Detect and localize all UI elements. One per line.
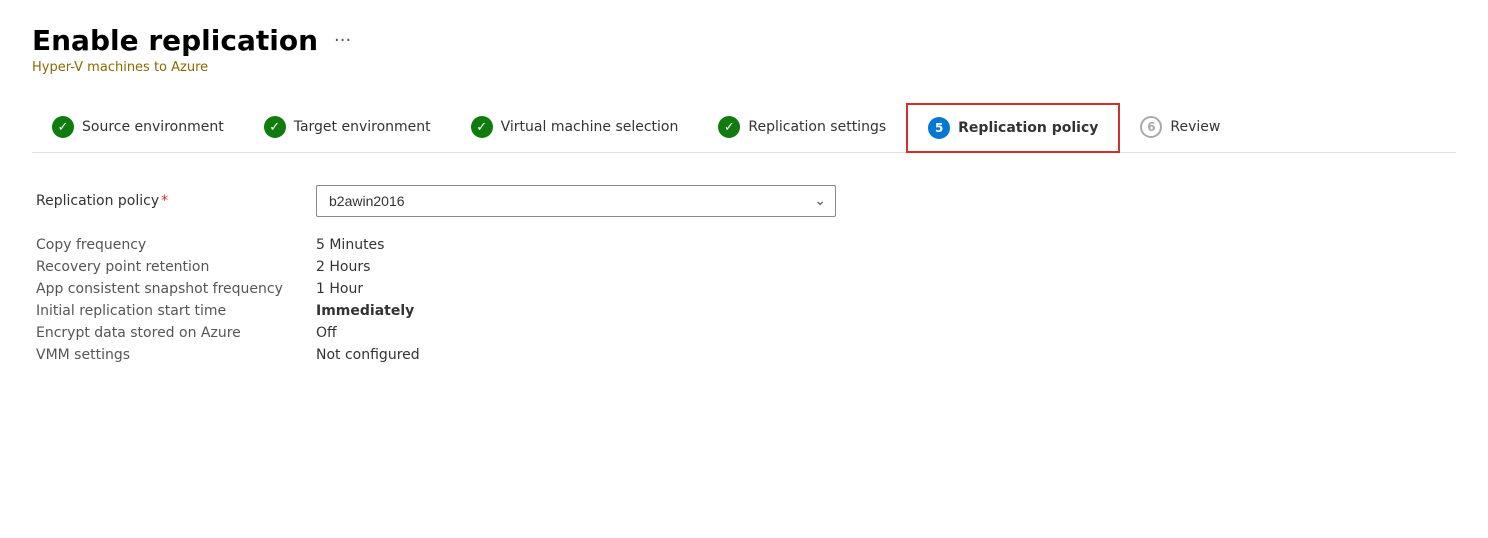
page-subtitle: Hyper-V machines to Azure — [32, 60, 1456, 75]
info-key-copy-frequency: Copy frequency — [36, 237, 316, 253]
step-check-icon-1 — [52, 116, 74, 138]
info-val-encrypt-data: Off — [316, 325, 337, 341]
page-title: Enable replication — [32, 24, 318, 58]
step-num-icon-6: 6 — [1140, 116, 1162, 138]
info-grid: Copy frequency 5 Minutes Recovery point … — [36, 237, 1452, 363]
step-check-icon-4 — [718, 116, 740, 138]
policy-label: Replication policy* — [36, 193, 316, 209]
step-label-virtual-machine-selection: Virtual machine selection — [501, 119, 679, 135]
step-virtual-machine-selection[interactable]: Virtual machine selection — [451, 104, 699, 150]
info-key-encrypt-data: Encrypt data stored on Azure — [36, 325, 316, 341]
step-num-icon-5: 5 — [928, 117, 950, 139]
step-check-icon-2 — [264, 116, 286, 138]
step-source-environment[interactable]: Source environment — [32, 104, 244, 150]
info-val-copy-frequency: 5 Minutes — [316, 237, 384, 253]
info-row-vmm-settings: VMM settings Not configured — [36, 347, 1452, 363]
step-label-replication-policy: Replication policy — [958, 120, 1098, 136]
info-row-snapshot-frequency: App consistent snapshot frequency 1 Hour — [36, 281, 1452, 297]
step-check-icon-3 — [471, 116, 493, 138]
policy-select-wrapper: b2awin2016 ⌄ — [316, 185, 836, 217]
step-label-target-environment: Target environment — [294, 119, 431, 135]
info-val-initial-replication: Immediately — [316, 303, 414, 319]
required-indicator: * — [161, 193, 168, 209]
page-container: Enable replication ··· Hyper-V machines … — [0, 0, 1488, 538]
step-label-source-environment: Source environment — [82, 119, 224, 135]
step-label-replication-settings: Replication settings — [748, 119, 886, 135]
policy-select[interactable]: b2awin2016 — [316, 185, 836, 217]
info-row-initial-replication: Initial replication start time Immediate… — [36, 303, 1452, 319]
info-row-copy-frequency: Copy frequency 5 Minutes — [36, 237, 1452, 253]
step-target-environment[interactable]: Target environment — [244, 104, 451, 150]
step-replication-policy[interactable]: 5 Replication policy — [906, 103, 1120, 153]
content-area: Replication policy* b2awin2016 ⌄ Copy fr… — [32, 185, 1456, 363]
step-review[interactable]: 6 Review — [1120, 104, 1240, 150]
step-label-review: Review — [1170, 119, 1220, 135]
info-row-recovery-point: Recovery point retention 2 Hours — [36, 259, 1452, 275]
wizard-steps: Source environment Target environment Vi… — [32, 103, 1456, 153]
info-val-snapshot-frequency: 1 Hour — [316, 281, 363, 297]
page-header: Enable replication ··· Hyper-V machines … — [32, 24, 1456, 75]
policy-form-row: Replication policy* b2awin2016 ⌄ — [36, 185, 1452, 217]
more-options-icon[interactable]: ··· — [334, 30, 351, 51]
info-key-snapshot-frequency: App consistent snapshot frequency — [36, 281, 316, 297]
info-row-encrypt-data: Encrypt data stored on Azure Off — [36, 325, 1452, 341]
info-key-vmm-settings: VMM settings — [36, 347, 316, 363]
info-key-recovery-point: Recovery point retention — [36, 259, 316, 275]
info-val-recovery-point: 2 Hours — [316, 259, 370, 275]
step-replication-settings[interactable]: Replication settings — [698, 104, 906, 150]
info-key-initial-replication: Initial replication start time — [36, 303, 316, 319]
info-val-vmm-settings: Not configured — [316, 347, 420, 363]
